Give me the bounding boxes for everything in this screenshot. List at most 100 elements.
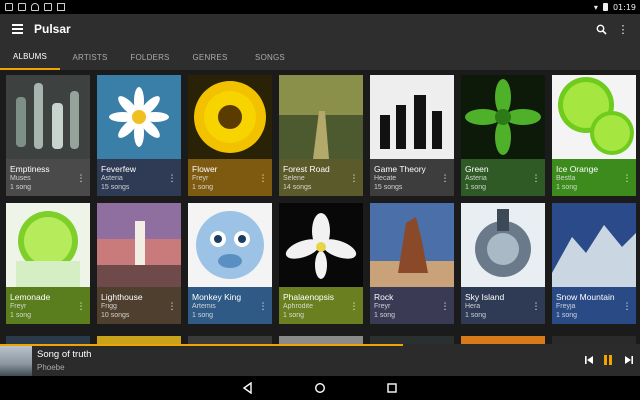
album-artist: Artemis xyxy=(192,303,216,310)
album-card-peek[interactable] xyxy=(552,336,636,344)
album-artist: Asteria xyxy=(101,175,123,182)
tab-bar: ALBUMS ARTISTS FOLDERS GENRES SONGS xyxy=(0,44,640,70)
app-title: Pulsar xyxy=(34,22,71,36)
album-info: Green Asteria 1 song ⋮ xyxy=(461,159,545,196)
album-title: Feverfew xyxy=(101,164,136,174)
album-info: Monkey King Artemis 1 song ⋮ xyxy=(188,287,272,324)
album-song-count: 1 song xyxy=(465,312,487,319)
album-artist: Selene xyxy=(283,175,305,182)
album-card[interactable]: Phalaenopsis Aphrodite 1 song ⋮ xyxy=(279,203,363,324)
album-card[interactable]: Lemonade Freyr 1 song ⋮ xyxy=(6,203,90,324)
recents-icon[interactable] xyxy=(380,378,404,398)
more-vert-icon[interactable]: ⋮ xyxy=(440,173,450,185)
more-vert-icon[interactable]: ⋮ xyxy=(167,173,177,185)
album-artist: Frigg xyxy=(101,303,117,310)
tab-albums[interactable]: ALBUMS xyxy=(0,44,60,70)
album-title: Lemonade xyxy=(10,292,51,302)
next-icon[interactable] xyxy=(622,353,636,367)
album-song-count: 1 song xyxy=(465,184,487,191)
search-icon[interactable] xyxy=(592,20,610,38)
album-info: Emptiness Muses 1 song ⋮ xyxy=(6,159,90,196)
status-bar: ▾ 01:19 xyxy=(0,0,640,14)
album-info: Snow Mountain Freyja 1 song ⋮ xyxy=(552,287,636,324)
album-title: Sky Island xyxy=(465,292,505,302)
menu-icon[interactable] xyxy=(0,14,34,44)
album-card[interactable]: Snow Mountain Freyja 1 song ⋮ xyxy=(552,203,636,324)
more-vert-icon[interactable]: ⋮ xyxy=(622,301,632,313)
album-art xyxy=(552,203,636,287)
album-card[interactable]: Flower Freyr 1 song ⋮ xyxy=(188,75,272,196)
tab-songs[interactable]: SONGS xyxy=(240,44,300,70)
sim-icon xyxy=(18,3,26,11)
album-card[interactable]: Feverfew Asteria 15 songs ⋮ xyxy=(97,75,181,196)
home-icon[interactable] xyxy=(308,378,332,398)
album-art xyxy=(370,75,454,159)
more-vert-icon[interactable]: ⋮ xyxy=(622,173,632,185)
more-vert-icon[interactable]: ⋮ xyxy=(531,173,541,185)
album-info: Feverfew Asteria 15 songs ⋮ xyxy=(97,159,181,196)
more-vert-icon[interactable]: ⋮ xyxy=(258,173,268,185)
album-card[interactable]: Monkey King Artemis 1 song ⋮ xyxy=(188,203,272,324)
album-title: Emptiness xyxy=(10,164,50,174)
album-card[interactable]: Lighthouse Frigg 10 songs ⋮ xyxy=(97,203,181,324)
album-card-peek[interactable] xyxy=(279,336,363,344)
album-card-peek[interactable] xyxy=(97,336,181,344)
more-vert-icon[interactable]: ⋮ xyxy=(531,301,541,313)
album-title: Green xyxy=(465,164,489,174)
system-nav-bar xyxy=(0,376,640,400)
album-art xyxy=(370,203,454,287)
album-artist: Muses xyxy=(10,175,31,182)
tab-artists[interactable]: ARTISTS xyxy=(60,44,120,70)
album-artist: Hecate xyxy=(374,175,397,182)
album-info: Phalaenopsis Aphrodite 1 song ⋮ xyxy=(279,287,363,324)
album-card[interactable]: Ice Orange Bestla 1 song ⋮ xyxy=(552,75,636,196)
album-card-peek[interactable] xyxy=(370,336,454,344)
album-art xyxy=(188,203,272,287)
tab-folders[interactable]: FOLDERS xyxy=(120,44,180,70)
album-song-count: 10 songs xyxy=(101,312,130,319)
tab-genres[interactable]: GENRES xyxy=(180,44,240,70)
album-card[interactable]: Game Theory Hecate 15 songs ⋮ xyxy=(370,75,454,196)
more-vert-icon[interactable]: ⋮ xyxy=(167,301,177,313)
album-title: Rock xyxy=(374,292,394,302)
more-vert-icon[interactable]: ⋮ xyxy=(258,301,268,313)
more-vert-icon[interactable]: ⋮ xyxy=(349,301,359,313)
now-playing-bar[interactable]: Song of truth Phoebe xyxy=(0,344,640,376)
now-playing-artwork xyxy=(0,346,32,376)
more-vert-icon[interactable]: ⋮ xyxy=(440,301,450,313)
album-song-count: 1 song xyxy=(374,312,396,319)
more-vert-icon[interactable]: ⋮ xyxy=(614,20,632,38)
album-art xyxy=(552,75,636,159)
album-song-count: 15 songs xyxy=(101,184,130,191)
album-card-peek[interactable] xyxy=(188,336,272,344)
album-title: Ice Orange xyxy=(556,164,599,174)
album-info: Forest Road Selene 14 songs ⋮ xyxy=(279,159,363,196)
more-vert-icon[interactable]: ⋮ xyxy=(349,173,359,185)
battery-icon xyxy=(602,3,608,11)
album-artist: Asteria xyxy=(465,175,487,182)
more-vert-icon[interactable]: ⋮ xyxy=(76,173,86,185)
more-vert-icon[interactable]: ⋮ xyxy=(76,301,86,313)
app-bar: Pulsar ⋮ xyxy=(0,14,640,44)
album-song-count: 14 songs xyxy=(283,184,312,191)
album-card-peek[interactable] xyxy=(461,336,545,344)
pause-icon[interactable] xyxy=(601,353,615,367)
album-art xyxy=(461,75,545,159)
album-song-count: 15 songs xyxy=(374,184,403,191)
album-card[interactable]: Sky Island Hera 1 song ⋮ xyxy=(461,203,545,324)
album-artist: Freyr xyxy=(10,303,27,310)
album-card-peek[interactable] xyxy=(6,336,90,344)
previous-icon[interactable] xyxy=(582,353,596,367)
album-title: Phalaenopsis xyxy=(283,292,335,302)
album-artist: Freyja xyxy=(556,303,576,310)
back-icon[interactable] xyxy=(236,378,260,398)
play-store-icon xyxy=(57,3,65,11)
album-artist: Freyr xyxy=(192,175,209,182)
album-card[interactable]: Rock Freyr 1 song ⋮ xyxy=(370,203,454,324)
album-art xyxy=(188,75,272,159)
album-card[interactable]: Forest Road Selene 14 songs ⋮ xyxy=(279,75,363,196)
album-card[interactable]: Green Asteria 1 song ⋮ xyxy=(461,75,545,196)
album-info: Flower Freyr 1 song ⋮ xyxy=(188,159,272,196)
album-card[interactable]: Emptiness Muses 1 song ⋮ xyxy=(6,75,90,196)
album-artist: Aphrodite xyxy=(283,303,313,310)
